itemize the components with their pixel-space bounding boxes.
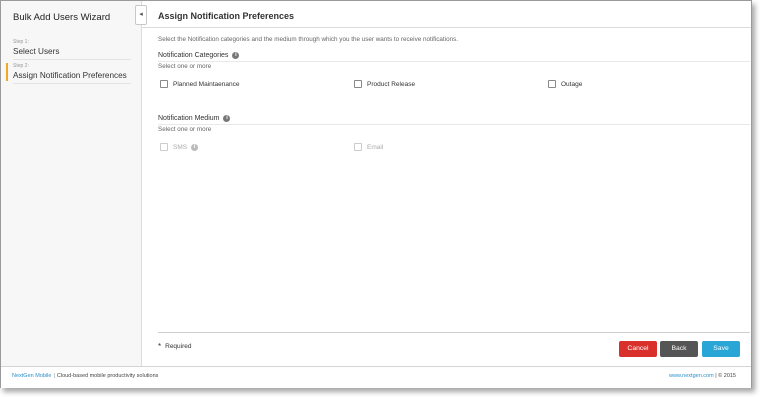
footer-site-block: www.nextgen.com | © 2015 [669,373,736,379]
checkbox-label: Outage [561,80,583,88]
checkbox-box[interactable] [354,143,362,151]
required-label: Required [165,343,192,350]
checkbox-product-release[interactable]: Product Release [354,80,415,88]
step-label: Select Users [13,47,60,56]
page-title: Assign Notification Preferences [158,11,295,21]
medium-section-title: Notification Medium i [158,115,231,122]
required-note: * Required [158,342,192,351]
wizard-title: Bulk Add Users Wizard [13,12,111,23]
info-icon[interactable]: i [191,143,199,151]
intro-text: Select the Notification categories and t… [158,36,458,43]
cancel-button[interactable]: Cancel [619,341,657,357]
checkbox-label: Product Release [367,80,416,88]
info-icon[interactable]: i [223,115,231,122]
wizard-window: Bulk Add Users Wizard Step 1: Select Use… [0,0,752,388]
main-panel: Assign Notification Preferences Select t… [142,1,751,366]
panel-header: Assign Notification Preferences [142,1,751,28]
separator: | [53,373,55,379]
checkbox-email[interactable]: Email [354,143,383,151]
checkbox-label: SMS [173,143,188,151]
step-number: Step 1: [13,39,29,45]
checkbox-sms[interactable]: SMS i [160,143,199,151]
checkbox-label: Planned Maintaenance [173,80,240,88]
checkbox-box[interactable] [160,80,168,88]
checkbox-box[interactable] [354,80,362,88]
footer-brand-block: NextGen Mobile | Cloud-based mobile produc… [12,373,158,379]
checkbox-outage[interactable]: Outage [548,80,582,88]
save-button[interactable]: Save [702,341,740,357]
brand-link[interactable]: NextGen Mobile [12,373,51,379]
back-button[interactable]: Back [660,341,698,357]
page-footer: NextGen Mobile | Cloud-based mobile produc… [1,366,751,388]
footer-divider [158,332,750,333]
active-step-indicator [6,63,8,81]
divider [158,61,750,62]
step-label: Assign Notification Preferences [13,71,127,80]
divider [158,124,750,125]
checkbox-planned-maintenance[interactable]: Planned Maintaenance [160,80,240,88]
step-assign-notification-preferences[interactable]: Step 2: Assign Notification Preferences [13,63,131,84]
info-icon[interactable]: i [232,52,240,59]
categories-section-title: Notification Categories i [158,52,240,59]
wizard-sidebar: Bulk Add Users Wizard Step 1: Select Use… [1,1,142,366]
tagline: Cloud-based mobile productivity solution… [56,373,159,379]
categories-title-text: Notification Categories [158,52,229,59]
site-link[interactable]: www.nextgen.com [669,373,714,379]
checkbox-box[interactable] [160,143,168,151]
step-select-users[interactable]: Step 1: Select Users [13,39,131,60]
checkbox-box[interactable] [548,80,556,88]
step-number: Step 2: [13,63,29,69]
medium-title-text: Notification Medium [158,115,220,122]
categories-subtitle: Select one or more [158,63,212,70]
copyright: | © 2015 [715,373,736,379]
required-star: * [158,342,162,351]
medium-subtitle: Select one or more [158,126,212,133]
checkbox-label: Email [367,143,384,151]
